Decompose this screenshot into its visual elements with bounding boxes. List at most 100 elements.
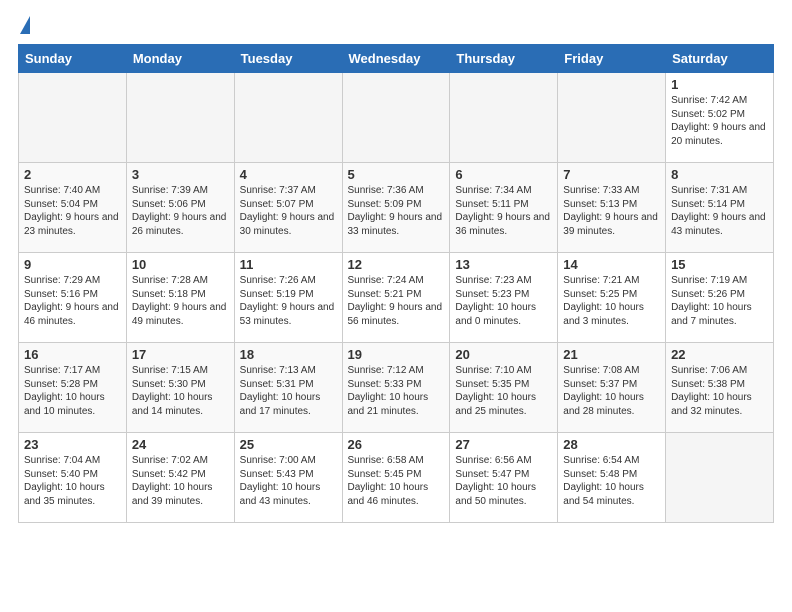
day-number: 24 — [132, 437, 229, 452]
day-info: Sunrise: 7:31 AM Sunset: 5:14 PM Dayligh… — [671, 184, 768, 238]
calendar-day-cell: 8 Sunrise: 7:31 AM Sunset: 5:14 PM Daylig… — [666, 163, 774, 253]
calendar-day-cell — [234, 73, 342, 163]
day-number: 10 — [132, 257, 229, 272]
day-number: 18 — [240, 347, 337, 362]
header — [18, 16, 774, 36]
calendar-day-header: Saturday — [666, 45, 774, 73]
day-info: Sunrise: 7:29 AM Sunset: 5:16 PM Dayligh… — [24, 274, 121, 328]
day-number: 15 — [671, 257, 768, 272]
calendar-day-header: Wednesday — [342, 45, 450, 73]
day-info: Sunrise: 7:42 AM Sunset: 5:02 PM Dayligh… — [671, 94, 768, 148]
calendar-day-cell: 14 Sunrise: 7:21 AM Sunset: 5:25 PM Dayli… — [558, 253, 666, 343]
calendar-day-cell: 10 Sunrise: 7:28 AM Sunset: 5:18 PM Dayli… — [126, 253, 234, 343]
calendar-week-row: 2 Sunrise: 7:40 AM Sunset: 5:04 PM Daylig… — [19, 163, 774, 253]
day-number: 14 — [563, 257, 660, 272]
calendar-day-cell: 16 Sunrise: 7:17 AM Sunset: 5:28 PM Dayli… — [19, 343, 127, 433]
calendar-day-cell: 24 Sunrise: 7:02 AM Sunset: 5:42 PM Dayli… — [126, 433, 234, 523]
calendar-day-cell — [558, 73, 666, 163]
calendar-day-header: Sunday — [19, 45, 127, 73]
day-number: 11 — [240, 257, 337, 272]
calendar-day-cell: 3 Sunrise: 7:39 AM Sunset: 5:06 PM Daylig… — [126, 163, 234, 253]
day-info: Sunrise: 7:28 AM Sunset: 5:18 PM Dayligh… — [132, 274, 229, 328]
day-info: Sunrise: 7:26 AM Sunset: 5:19 PM Dayligh… — [240, 274, 337, 328]
day-number: 8 — [671, 167, 768, 182]
day-number: 22 — [671, 347, 768, 362]
calendar-day-cell: 7 Sunrise: 7:33 AM Sunset: 5:13 PM Daylig… — [558, 163, 666, 253]
calendar-day-cell: 22 Sunrise: 7:06 AM Sunset: 5:38 PM Dayli… — [666, 343, 774, 433]
calendar-day-header: Tuesday — [234, 45, 342, 73]
calendar-day-cell: 4Sunrise: 7:37 AM Sunset: 5:07 PM Daylig… — [234, 163, 342, 253]
calendar-day-cell: 26Sunrise: 6:58 AM Sunset: 5:45 PM Dayli… — [342, 433, 450, 523]
day-number: 5 — [348, 167, 445, 182]
calendar-day-cell: 28 Sunrise: 6:54 AM Sunset: 5:48 PM Dayli… — [558, 433, 666, 523]
calendar-day-cell — [19, 73, 127, 163]
day-info: Sunrise: 7:39 AM Sunset: 5:06 PM Dayligh… — [132, 184, 229, 238]
day-info: Sunrise: 7:08 AM Sunset: 5:37 PM Dayligh… — [563, 364, 660, 418]
page: SundayMondayTuesdayWednesdayThursdayFrid… — [0, 0, 792, 535]
day-number: 21 — [563, 347, 660, 362]
day-info: Sunrise: 7:04 AM Sunset: 5:40 PM Dayligh… — [24, 454, 121, 508]
calendar-week-row: 16 Sunrise: 7:17 AM Sunset: 5:28 PM Dayli… — [19, 343, 774, 433]
day-info: Sunrise: 6:54 AM Sunset: 5:48 PM Dayligh… — [563, 454, 660, 508]
day-number: 6 — [455, 167, 552, 182]
calendar-day-cell: 5 Sunrise: 7:36 AM Sunset: 5:09 PM Daylig… — [342, 163, 450, 253]
calendar-day-cell: 15 Sunrise: 7:19 AM Sunset: 5:26 PM Dayli… — [666, 253, 774, 343]
calendar-day-cell: 17 Sunrise: 7:15 AM Sunset: 5:30 PM Dayli… — [126, 343, 234, 433]
calendar-day-header: Thursday — [450, 45, 558, 73]
day-info: Sunrise: 7:06 AM Sunset: 5:38 PM Dayligh… — [671, 364, 768, 418]
calendar-week-row: 23Sunrise: 7:04 AM Sunset: 5:40 PM Dayli… — [19, 433, 774, 523]
day-info: Sunrise: 7:02 AM Sunset: 5:42 PM Dayligh… — [132, 454, 229, 508]
day-number: 20 — [455, 347, 552, 362]
calendar-day-cell: 2 Sunrise: 7:40 AM Sunset: 5:04 PM Daylig… — [19, 163, 127, 253]
day-info: Sunrise: 7:19 AM Sunset: 5:26 PM Dayligh… — [671, 274, 768, 328]
day-number: 13 — [455, 257, 552, 272]
logo — [18, 16, 30, 36]
calendar-day-cell: 1 Sunrise: 7:42 AM Sunset: 5:02 PM Daylig… — [666, 73, 774, 163]
day-info: Sunrise: 7:13 AM Sunset: 5:31 PM Dayligh… — [240, 364, 337, 418]
calendar-day-header: Friday — [558, 45, 666, 73]
day-number: 12 — [348, 257, 445, 272]
calendar-day-cell: 13 Sunrise: 7:23 AM Sunset: 5:23 PM Dayli… — [450, 253, 558, 343]
day-number: 2 — [24, 167, 121, 182]
calendar-day-cell: 25 Sunrise: 7:00 AM Sunset: 5:43 PM Dayli… — [234, 433, 342, 523]
day-number: 3 — [132, 167, 229, 182]
calendar-day-cell: 23Sunrise: 7:04 AM Sunset: 5:40 PM Dayli… — [19, 433, 127, 523]
day-info: Sunrise: 6:56 AM Sunset: 5:47 PM Dayligh… — [455, 454, 552, 508]
day-number: 1 — [671, 77, 768, 92]
day-number: 19 — [348, 347, 445, 362]
calendar-day-cell: 6 Sunrise: 7:34 AM Sunset: 5:11 PM Daylig… — [450, 163, 558, 253]
calendar-day-cell: 20 Sunrise: 7:10 AM Sunset: 5:35 PM Dayli… — [450, 343, 558, 433]
day-number: 27 — [455, 437, 552, 452]
day-number: 7 — [563, 167, 660, 182]
calendar-header-row: SundayMondayTuesdayWednesdayThursdayFrid… — [19, 45, 774, 73]
day-number: 16 — [24, 347, 121, 362]
day-info: Sunrise: 7:21 AM Sunset: 5:25 PM Dayligh… — [563, 274, 660, 328]
calendar-day-cell: 9 Sunrise: 7:29 AM Sunset: 5:16 PM Daylig… — [19, 253, 127, 343]
calendar-table: SundayMondayTuesdayWednesdayThursdayFrid… — [18, 44, 774, 523]
day-number: 9 — [24, 257, 121, 272]
day-number: 25 — [240, 437, 337, 452]
day-number: 28 — [563, 437, 660, 452]
day-info: Sunrise: 7:17 AM Sunset: 5:28 PM Dayligh… — [24, 364, 121, 418]
calendar-day-cell — [342, 73, 450, 163]
day-info: Sunrise: 7:34 AM Sunset: 5:11 PM Dayligh… — [455, 184, 552, 238]
day-info: Sunrise: 7:33 AM Sunset: 5:13 PM Dayligh… — [563, 184, 660, 238]
day-info: Sunrise: 6:58 AM Sunset: 5:45 PM Dayligh… — [348, 454, 445, 508]
day-info: Sunrise: 7:40 AM Sunset: 5:04 PM Dayligh… — [24, 184, 121, 238]
day-info: Sunrise: 7:12 AM Sunset: 5:33 PM Dayligh… — [348, 364, 445, 418]
calendar-day-cell: 21 Sunrise: 7:08 AM Sunset: 5:37 PM Dayli… — [558, 343, 666, 433]
calendar-week-row: 9 Sunrise: 7:29 AM Sunset: 5:16 PM Daylig… — [19, 253, 774, 343]
day-info: Sunrise: 7:15 AM Sunset: 5:30 PM Dayligh… — [132, 364, 229, 418]
day-info: Sunrise: 7:23 AM Sunset: 5:23 PM Dayligh… — [455, 274, 552, 328]
calendar-day-cell: 18 Sunrise: 7:13 AM Sunset: 5:31 PM Dayli… — [234, 343, 342, 433]
day-number: 17 — [132, 347, 229, 362]
day-info: Sunrise: 7:24 AM Sunset: 5:21 PM Dayligh… — [348, 274, 445, 328]
calendar-day-cell: 11 Sunrise: 7:26 AM Sunset: 5:19 PM Dayli… — [234, 253, 342, 343]
calendar-day-cell: 19 Sunrise: 7:12 AM Sunset: 5:33 PM Dayli… — [342, 343, 450, 433]
day-info: Sunrise: 7:00 AM Sunset: 5:43 PM Dayligh… — [240, 454, 337, 508]
calendar-day-header: Monday — [126, 45, 234, 73]
logo-triangle-icon — [20, 16, 30, 34]
calendar-day-cell: 12 Sunrise: 7:24 AM Sunset: 5:21 PM Dayli… — [342, 253, 450, 343]
day-info: Sunrise: 7:36 AM Sunset: 5:09 PM Dayligh… — [348, 184, 445, 238]
day-info: Sunrise: 7:10 AM Sunset: 5:35 PM Dayligh… — [455, 364, 552, 418]
